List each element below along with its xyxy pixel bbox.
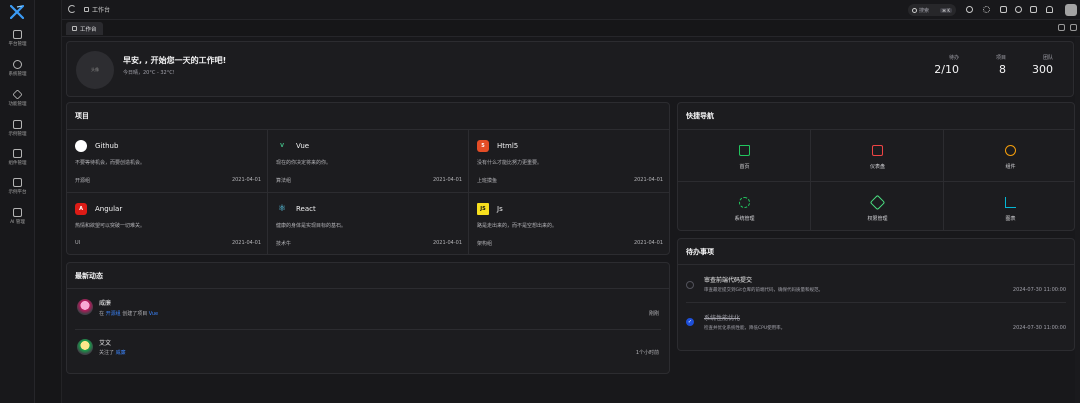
chart-icon <box>1005 197 1016 208</box>
settings-icon <box>739 197 750 208</box>
component-icon <box>13 149 22 158</box>
theme-toggle-icon[interactable] <box>983 6 990 13</box>
rail-item-example[interactable]: 示例管理 <box>0 120 35 137</box>
activity-link[interactable]: 开源组 <box>106 311 121 317</box>
quicknav-permissions[interactable]: 权限管理 <box>811 182 944 232</box>
lock-icon[interactable] <box>1015 6 1022 13</box>
stat-todo: 待办 2/10 <box>934 55 959 76</box>
rail-item-platform[interactable]: 平台管理 <box>0 30 35 47</box>
html5-icon: 5 <box>477 140 489 152</box>
dashboard-icon <box>872 145 883 156</box>
component-icon <box>1005 145 1016 156</box>
tab-bar: 工作台 <box>62 20 1080 37</box>
welcome-card: 头像 早安, , 开始您一天的工作吧! 今日晴，20°C - 32°C! 待办 … <box>66 41 1074 97</box>
tab-workspace[interactable]: 工作台 <box>66 22 103 35</box>
example-icon <box>13 120 22 129</box>
refresh-icon[interactable] <box>68 5 76 13</box>
settings-icon[interactable] <box>966 6 973 13</box>
quicknav-title: 快捷导航 <box>686 112 714 120</box>
app-logo[interactable] <box>10 5 24 19</box>
angular-icon: A <box>75 203 87 215</box>
activity-card: 最新动态 威廉 在 开源组 创建了项目 Vue 刚刚 艾文 关注了 威廉 1个小… <box>66 262 670 374</box>
projects-title: 项目 <box>75 112 89 120</box>
user-avatar[interactable] <box>1065 4 1077 16</box>
activity-link[interactable]: 威廉 <box>116 350 126 356</box>
vue-icon: V <box>280 143 284 149</box>
stat-projects: 项目 8 <box>995 55 1006 76</box>
breadcrumb-label: 工作台 <box>92 7 111 14</box>
greeting-text: 早安, , 开始您一天的工作吧! <box>123 56 227 65</box>
todo-checkbox[interactable]: ✓ <box>686 318 694 326</box>
avatar <box>77 299 93 315</box>
search-input[interactable]: 搜索 ⌘ K <box>908 4 956 16</box>
quicknav-dashboard[interactable]: 仪表盘 <box>811 130 944 180</box>
project-github[interactable]: Github 不要等待机会，而要创造机会。 开源组 2021-04-01 <box>67 130 267 191</box>
rail-item-feature[interactable]: 功能管理 <box>0 89 35 107</box>
project-js[interactable]: JS Js 路是走出来的，而不是空想出来的。 架构组 2021-04-01 <box>469 193 669 254</box>
system-icon <box>13 60 22 69</box>
search-placeholder: 搜索 <box>919 7 930 14</box>
quicknav-home[interactable]: 首页 <box>678 130 811 180</box>
avatar <box>77 339 93 355</box>
projects-card: 项目 Github 不要等待机会，而要创造机会。 开源组 2021-04-01 … <box>66 102 670 255</box>
bell-icon[interactable] <box>1046 6 1053 13</box>
platform-icon <box>13 30 22 39</box>
stat-team: 团队 300 <box>1032 55 1053 76</box>
project-html5[interactable]: 5 Html5 没有什么才能比努力更重要。 上班摸鱼 2021-04-01 <box>469 130 669 191</box>
quicknav-settings[interactable]: 系统管理 <box>678 182 811 232</box>
key-icon <box>869 194 886 211</box>
todo-checkbox[interactable] <box>686 281 694 289</box>
activity-title: 最新动态 <box>75 272 103 280</box>
feature-icon <box>12 89 23 100</box>
project-angular[interactable]: A Angular 热情和欲望可以突破一切难关。 UI 2021-04-01 <box>67 193 267 254</box>
project-vue[interactable]: V Vue 现在的你决定将来的你。 算法组 2021-04-01 <box>268 130 468 191</box>
todo-card: 待办事项 审查前端代码提交 审查最近提交到Git仓库的前端代码，确保代码质量和规… <box>677 238 1075 351</box>
rail-item-ai[interactable]: AI 管理 <box>0 208 35 225</box>
rail-item-demo[interactable]: 示例平台 <box>0 178 35 195</box>
quicknav-component[interactable]: 组件 <box>944 130 1077 180</box>
secondary-sidebar <box>35 0 62 403</box>
ai-icon <box>13 208 22 217</box>
scrollbar[interactable] <box>1075 37 1080 403</box>
react-icon: ⚛ <box>277 204 287 214</box>
avatar: 头像 <box>76 51 114 89</box>
search-shortcut: ⌘ K <box>940 7 952 13</box>
home-icon <box>739 145 750 156</box>
chevron-down-icon[interactable] <box>1058 24 1065 31</box>
expand-icon[interactable] <box>1070 24 1077 31</box>
search-icon <box>912 7 917 13</box>
weather-text: 今日晴，20°C - 32°C! <box>123 70 175 76</box>
demo-icon <box>13 178 22 187</box>
todo-title: 待办事项 <box>686 248 714 256</box>
workspace-icon <box>72 26 77 31</box>
js-icon: JS <box>477 203 489 215</box>
fullscreen-icon[interactable] <box>1030 6 1037 13</box>
rail-item-system[interactable]: 系统管理 <box>0 60 35 77</box>
quicknav-card: 快捷导航 首页 仪表盘 组件 系统管理 权限管理 图表 <box>677 102 1075 231</box>
primary-sidebar: 平台管理 系统管理 功能管理 示例管理 组件管理 示例平台 AI 管理 <box>0 0 35 403</box>
translate-icon[interactable] <box>1000 6 1007 13</box>
rail-item-component[interactable]: 组件管理 <box>0 149 35 166</box>
breadcrumb[interactable]: 工作台 <box>84 5 110 14</box>
workspace-icon <box>84 7 89 12</box>
project-react[interactable]: ⚛ React 健康的身体是实现目标的基石。 技术牛 2021-04-01 <box>268 193 468 254</box>
top-header: 工作台 搜索 ⌘ K <box>62 0 1080 20</box>
github-icon <box>75 140 87 152</box>
activity-link[interactable]: Vue <box>149 311 158 317</box>
quicknav-chart[interactable]: 图表 <box>944 182 1077 232</box>
